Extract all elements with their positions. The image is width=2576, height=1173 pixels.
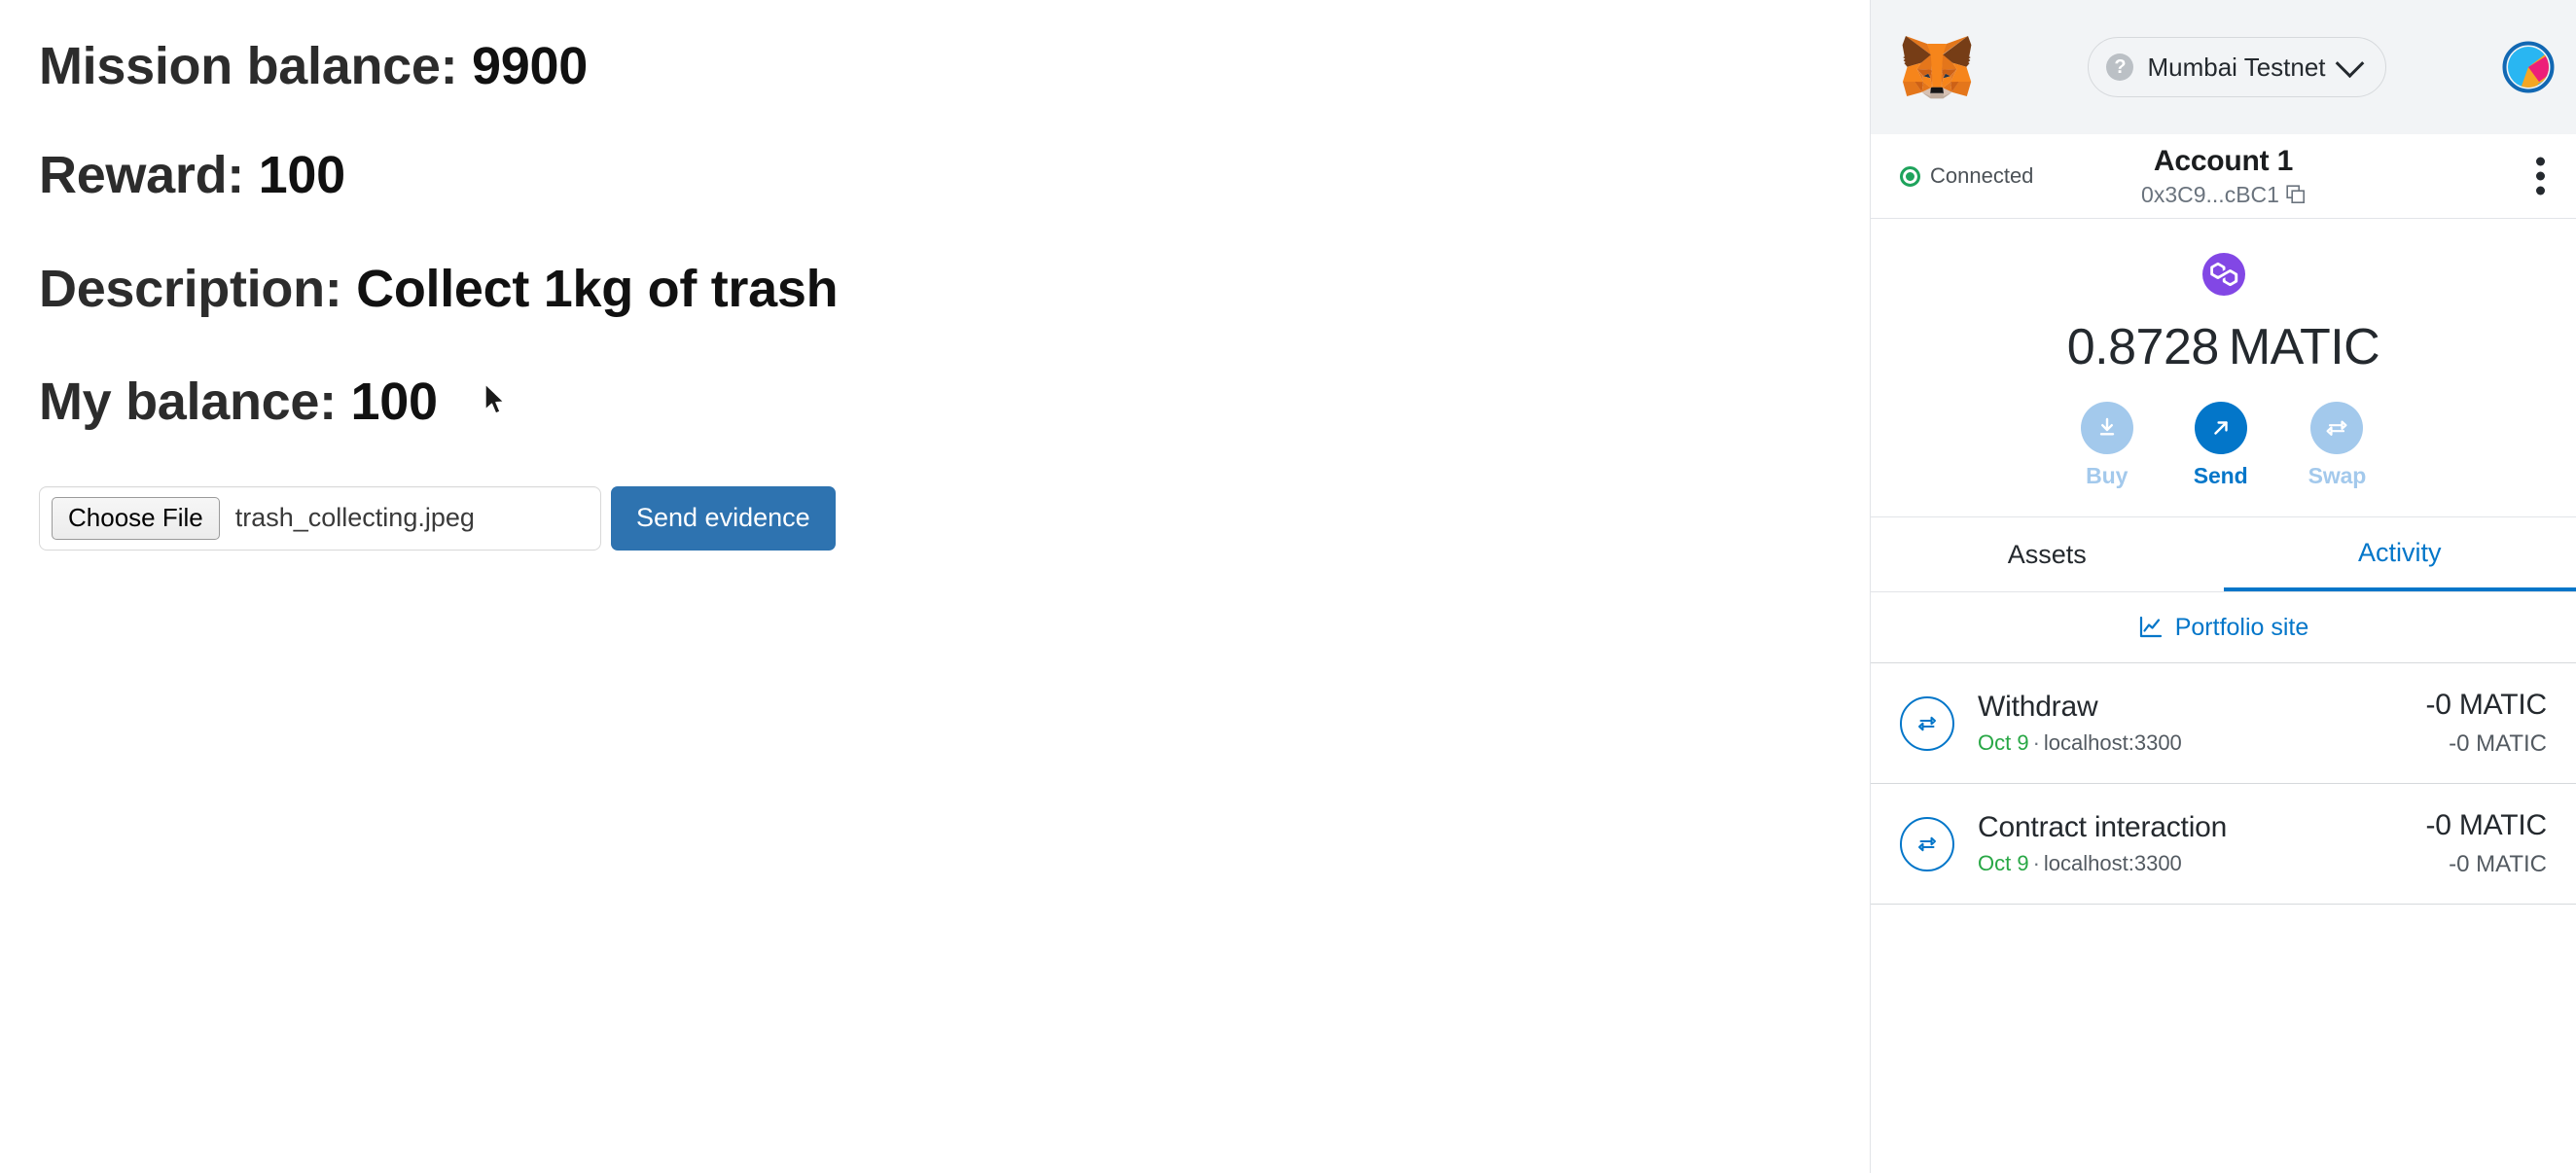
choose-file-button[interactable]: Choose File	[52, 497, 220, 540]
portfolio-site-label: Portfolio site	[2174, 613, 2309, 641]
tab-activity[interactable]: Activity	[2223, 517, 2576, 591]
swap-action-button[interactable]: Swap	[2308, 402, 2367, 489]
account-summary-row: Connected Account 1 0x3C9...cBC1	[1871, 134, 2576, 219]
send-action-button[interactable]: Send	[2194, 402, 2248, 489]
description-value: Collect 1kg of trash	[356, 259, 839, 318]
activity-fiat-amount: -0 MATIC	[2449, 730, 2547, 757]
unknown-network-icon: ?	[2106, 53, 2134, 81]
account-name-label: Account 1	[2153, 144, 2294, 177]
reward-label: Reward:	[39, 146, 259, 205]
account-options-menu-button[interactable]	[2532, 154, 2549, 199]
file-upload-field[interactable]: Choose File trash_collecting.jpeg	[39, 485, 601, 551]
buy-action-label: Buy	[2086, 463, 2129, 488]
portfolio-site-link[interactable]: Portfolio site	[1871, 592, 2576, 663]
reward-value: 100	[258, 146, 346, 205]
balance-value: 0.8728	[2066, 319, 2220, 375]
my-balance-line: My balance: 100	[39, 373, 1870, 431]
account-details: Account 1 0x3C9...cBC1	[2141, 145, 2306, 208]
balance-amount: 0.8728 MATIC	[1871, 318, 2576, 376]
connected-status-dot-icon	[1900, 165, 1920, 187]
copy-icon	[2286, 185, 2305, 204]
mission-balance-value: 9900	[472, 37, 588, 95]
activity-amounts: -0 MATIC -0 MATIC	[2425, 689, 2547, 758]
activity-fiat-amount: -0 MATIC	[2449, 851, 2547, 877]
send-action-label: Send	[2193, 463, 2248, 488]
activity-subtitle: Oct 9 · localhost:3300	[1978, 730, 2402, 756]
reward-line: Reward: 100	[39, 146, 1870, 204]
metamask-header: ? Mumbai Testnet	[1871, 0, 2576, 134]
arrow-up-right-icon	[2194, 402, 2247, 454]
swap-icon	[2310, 402, 2364, 454]
balance-section: 0.8728 MATIC Buy Send Swap	[1871, 219, 2576, 517]
copy-address-button[interactable]: 0x3C9...cBC1	[2141, 182, 2306, 207]
chevron-down-icon	[2335, 48, 2364, 78]
activity-title: Contract interaction	[1978, 811, 2228, 843]
download-icon	[2080, 402, 2133, 454]
activity-separator: ·	[2032, 851, 2040, 875]
dapp-page: Mission balance: 9900 Reward: 100 Descri…	[0, 0, 1870, 1173]
wallet-actions: Buy Send Swap	[1871, 402, 2576, 489]
activity-list: Withdraw Oct 9 · localhost:3300 -0 MATIC -…	[1871, 663, 2576, 905]
send-evidence-button[interactable]: Send evidence	[611, 485, 836, 551]
activity-origin: localhost:3300	[2043, 851, 2182, 875]
activity-row-main: Contract interaction Oct 9 · localhost:330…	[1978, 811, 2402, 876]
menu-dot	[2536, 171, 2545, 181]
my-balance-value: 100	[350, 373, 439, 432]
account-address-label: 0x3C9...cBC1	[2141, 182, 2279, 208]
connection-status: Connected	[1900, 163, 2033, 189]
activity-amount: -0 MATIC	[2425, 809, 2547, 841]
description-label: Description:	[39, 259, 357, 318]
activity-date: Oct 9	[1978, 851, 2029, 875]
chart-line-icon	[2139, 616, 2162, 638]
mission-balance-line: Mission balance: 9900	[39, 37, 1870, 95]
evidence-form: Choose File trash_collecting.jpeg Send e…	[39, 485, 1870, 551]
wallet-tabs: Assets Activity	[1871, 517, 2576, 592]
balance-unit: MATIC	[2228, 319, 2380, 375]
activity-row[interactable]: Contract interaction Oct 9 · localhost:330…	[1871, 784, 2576, 905]
activity-row-main: Withdraw Oct 9 · localhost:3300	[1978, 691, 2402, 756]
connected-status-label: Connected	[1930, 163, 2034, 188]
swap-circle-icon	[1900, 695, 1954, 751]
mission-balance-label: Mission balance:	[39, 37, 473, 95]
metamask-extension-panel: ? Mumbai Testnet Connected Account 1 0x3…	[1870, 0, 2576, 1173]
activity-origin: localhost:3300	[2043, 730, 2182, 755]
activity-date: Oct 9	[1978, 730, 2029, 755]
activity-separator: ·	[2032, 730, 2040, 755]
metamask-fox-logo-icon	[1902, 36, 1972, 99]
description-line: Description: Collect 1kg of trash	[39, 260, 1870, 318]
swap-action-label: Swap	[2308, 463, 2367, 488]
activity-title: Withdraw	[1978, 691, 2098, 723]
network-selector-button[interactable]: ? Mumbai Testnet	[2088, 37, 2386, 97]
network-name-label: Mumbai Testnet	[2147, 52, 2326, 82]
activity-row[interactable]: Withdraw Oct 9 · localhost:3300 -0 MATIC -…	[1871, 663, 2576, 784]
polygon-matic-token-icon	[2201, 253, 2245, 296]
selected-file-name: trash_collecting.jpeg	[234, 503, 475, 533]
menu-dot	[2536, 186, 2545, 196]
account-identicon-avatar[interactable]	[2502, 41, 2555, 93]
buy-action-button[interactable]: Buy	[2080, 402, 2133, 489]
swap-circle-icon	[1900, 816, 1954, 871]
my-balance-label: My balance:	[39, 373, 351, 432]
activity-subtitle: Oct 9 · localhost:3300	[1978, 851, 2402, 876]
menu-dot	[2536, 157, 2545, 166]
tab-assets[interactable]: Assets	[1871, 517, 2224, 591]
activity-amounts: -0 MATIC -0 MATIC	[2425, 809, 2547, 878]
activity-amount: -0 MATIC	[2425, 689, 2547, 721]
